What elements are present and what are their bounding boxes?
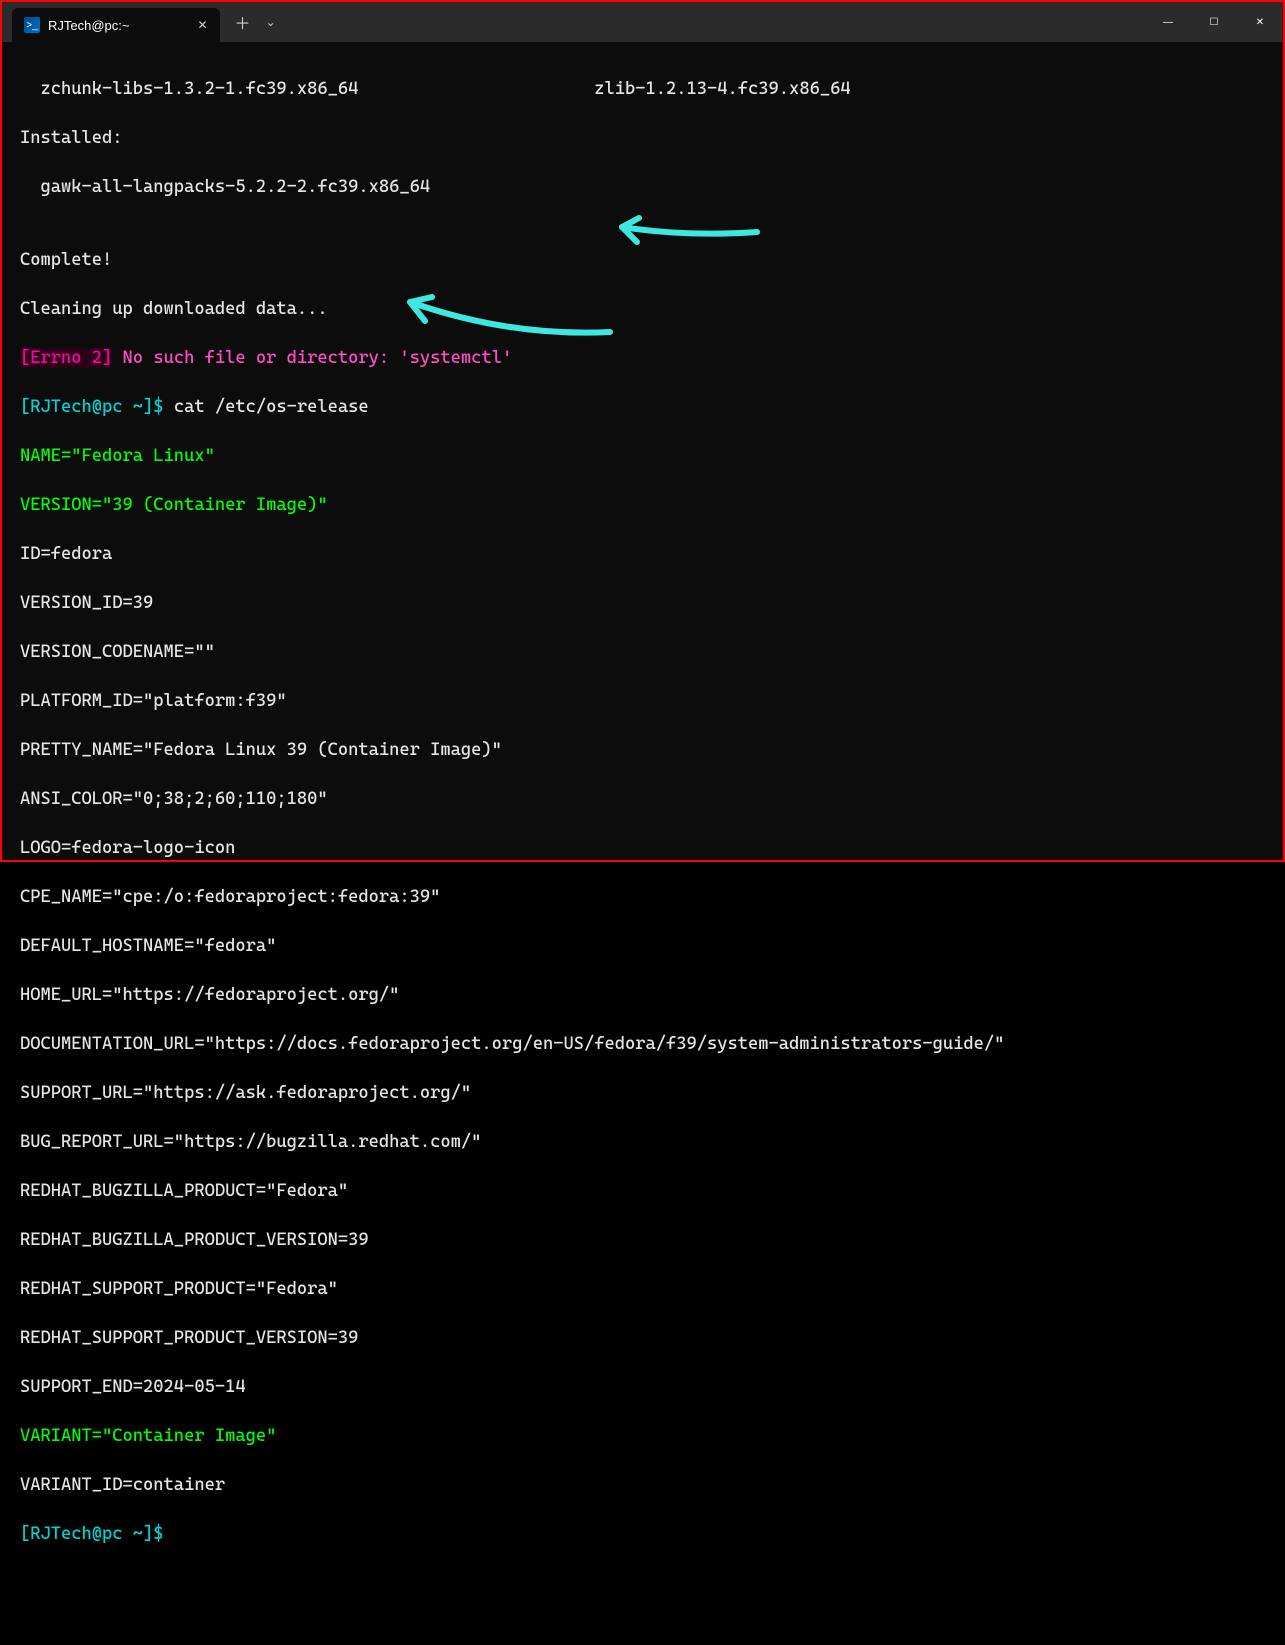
output-line: NAME="Fedora Linux" bbox=[20, 444, 1265, 469]
output-line: Installed: bbox=[20, 126, 1265, 151]
prompt-line: [RJTech@pc ~]$ bbox=[20, 1522, 1265, 1547]
close-window-button[interactable]: ✕ bbox=[1237, 2, 1283, 42]
output-line: VARIANT="Container Image" bbox=[20, 1424, 1265, 1449]
active-tab[interactable]: >_ RJTech@pc:~ ✕ bbox=[12, 8, 220, 42]
output-line: VERSION_CODENAME="" bbox=[20, 640, 1265, 665]
output-line: Cleaning up downloaded data... bbox=[20, 297, 1265, 322]
output-line: REDHAT_SUPPORT_PRODUCT_VERSION=39 bbox=[20, 1326, 1265, 1351]
output-line: zchunk-libs-1.3.2-1.fc39.x86_64 zlib-1.2… bbox=[20, 77, 1265, 102]
output-line: REDHAT_BUGZILLA_PRODUCT_VERSION=39 bbox=[20, 1228, 1265, 1253]
output-line: BUG_REPORT_URL="https://bugzilla.redhat.… bbox=[20, 1130, 1265, 1155]
tab-dropdown-button[interactable]: ⌄ bbox=[266, 15, 276, 29]
titlebar: >_ RJTech@pc:~ ✕ ＋ ⌄ — ☐ ✕ bbox=[2, 2, 1283, 42]
output-line: ANSI_COLOR="0;38;2;60;110;180" bbox=[20, 787, 1265, 812]
output-line: Complete! bbox=[20, 248, 1265, 273]
annotation-arrow-icon bbox=[607, 212, 767, 252]
output-line: SUPPORT_END=2024-05-14 bbox=[20, 1375, 1265, 1400]
tab-area: >_ RJTech@pc:~ ✕ ＋ ⌄ bbox=[2, 2, 276, 42]
output-line: gawk-all-langpacks-5.2.2-2.fc39.x86_64 bbox=[20, 175, 1265, 200]
output-line: CPE_NAME="cpe:/o:fedoraproject:fedora:39… bbox=[20, 885, 1265, 910]
minimize-button[interactable]: — bbox=[1145, 2, 1191, 42]
window-controls: — ☐ ✕ bbox=[1145, 2, 1283, 42]
close-tab-button[interactable]: ✕ bbox=[197, 18, 207, 32]
error-line: [Errno 2] No such file or directory: 'sy… bbox=[20, 346, 1265, 371]
prompt-line: [RJTech@pc ~]$ cat /etc/os-release bbox=[20, 395, 1265, 420]
output-line: REDHAT_SUPPORT_PRODUCT="Fedora" bbox=[20, 1277, 1265, 1302]
maximize-button[interactable]: ☐ bbox=[1191, 2, 1237, 42]
output-line: HOME_URL="https://fedoraproject.org/" bbox=[20, 983, 1265, 1008]
output-line: PLATFORM_ID="platform:f39" bbox=[20, 689, 1265, 714]
output-line: VARIANT_ID=container bbox=[20, 1473, 1265, 1498]
output-line: ID=fedora bbox=[20, 542, 1265, 567]
output-line: PRETTY_NAME="Fedora Linux 39 (Container … bbox=[20, 738, 1265, 763]
output-line: SUPPORT_URL="https://ask.fedoraproject.o… bbox=[20, 1081, 1265, 1106]
output-line: LOGO=fedora-logo-icon bbox=[20, 836, 1265, 861]
output-line: DEFAULT_HOSTNAME="fedora" bbox=[20, 934, 1265, 959]
terminal-content[interactable]: zchunk-libs-1.3.2-1.fc39.x86_64 zlib-1.2… bbox=[2, 42, 1283, 860]
output-line: DOCUMENTATION_URL="https://docs.fedorapr… bbox=[20, 1032, 1265, 1057]
new-tab-button[interactable]: ＋ bbox=[235, 10, 251, 34]
output-line: REDHAT_BUGZILLA_PRODUCT="Fedora" bbox=[20, 1179, 1265, 1204]
tab-title: RJTech@pc:~ bbox=[48, 18, 129, 33]
output-line: VERSION="39 (Container Image)" bbox=[20, 493, 1265, 518]
output-line: VERSION_ID=39 bbox=[20, 591, 1265, 616]
powershell-icon: >_ bbox=[24, 17, 40, 33]
